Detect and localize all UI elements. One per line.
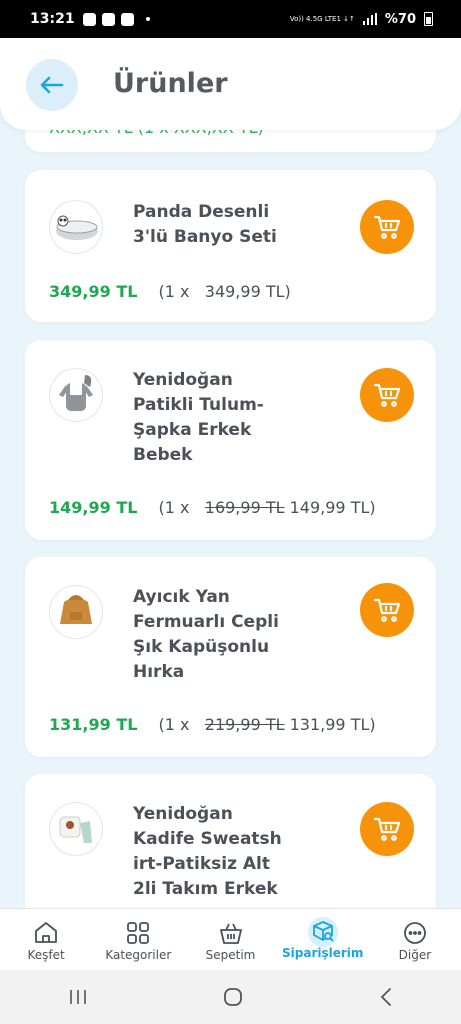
add-to-cart-button[interactable] bbox=[360, 802, 414, 856]
product-name[interactable]: Panda Desenli 3'lü Banyo Seti bbox=[133, 200, 303, 250]
signal-icon bbox=[362, 13, 377, 25]
nav-item-kategoriler[interactable]: Kategoriler bbox=[92, 909, 184, 971]
product-image[interactable] bbox=[49, 200, 103, 254]
product-image[interactable] bbox=[49, 368, 103, 422]
cart-icon bbox=[373, 817, 401, 841]
more-icon bbox=[404, 922, 426, 944]
add-to-cart-button[interactable] bbox=[360, 583, 414, 637]
product-name[interactable]: Yenidoğan Patikli Tulum-Şapka Erkek Bebe… bbox=[133, 368, 273, 468]
nav-label: Kategoriler bbox=[105, 948, 172, 962]
product-image[interactable] bbox=[49, 585, 103, 639]
nav-item-siparislerim[interactable]: Siparişlerim bbox=[277, 909, 369, 971]
nav-item-sepetim[interactable]: Sepetim bbox=[184, 909, 276, 971]
product-list[interactable]: XXX,XX TL (1 x XXX,XX TL) Panda Desenli … bbox=[0, 100, 461, 908]
cart-icon bbox=[373, 383, 401, 407]
product-quantity: (1 x bbox=[158, 498, 190, 517]
basket-icon bbox=[219, 923, 242, 944]
product-old-price: 169,99 TL bbox=[204, 498, 285, 517]
product-name[interactable]: Ayıcık Yan Fermuarlı Cepli Şık Kapüşonlu… bbox=[133, 585, 293, 685]
nav-label: Sepetim bbox=[205, 948, 256, 962]
product-unit-price: 149,99 TL) bbox=[289, 498, 376, 517]
status-time: 13:21 bbox=[30, 11, 75, 27]
chat-icon bbox=[82, 12, 96, 26]
price-row: 349,99 TL (1 x 349,99 TL) bbox=[49, 282, 291, 301]
page-title: Ürünler bbox=[113, 68, 228, 99]
product-card[interactable]: Yenidoğan Kadife Sweatsh irt-Patiksiz Al… bbox=[25, 774, 436, 908]
add-to-cart-button[interactable] bbox=[360, 200, 414, 254]
orders-box-icon bbox=[312, 920, 334, 942]
back-nav-icon[interactable] bbox=[379, 987, 393, 1007]
recent-apps-icon[interactable] bbox=[68, 988, 88, 1006]
cart-icon bbox=[373, 215, 401, 239]
nav-label: Keşfet bbox=[27, 948, 65, 962]
nav-label: Siparişlerim bbox=[282, 946, 364, 960]
arrow-left-icon bbox=[40, 76, 64, 94]
nav-label: Diğer bbox=[398, 948, 432, 962]
bottom-nav: Keşfet Kategoriler Sepetim Siparişlerim … bbox=[0, 908, 461, 971]
package-icon bbox=[120, 12, 134, 26]
product-price: 149,99 TL bbox=[49, 498, 138, 517]
product-quantity: (1 x bbox=[158, 282, 190, 301]
status-bar: 13:21 Vo)) 4.5G LTE1 ↓↑ %70 bbox=[0, 0, 461, 38]
grid-icon bbox=[127, 922, 150, 944]
active-indicator bbox=[307, 917, 338, 947]
mail-icon bbox=[101, 12, 115, 26]
product-unit-price: 131,99 TL) bbox=[289, 715, 376, 734]
nav-item-kesfet[interactable]: Keşfet bbox=[0, 909, 92, 971]
product-name[interactable]: Yenidoğan Kadife Sweatsh irt-Patiksiz Al… bbox=[133, 802, 293, 902]
price-row: 149,99 TL (1 x 169,99 TL 149,99 TL) bbox=[49, 498, 376, 517]
system-nav-bar bbox=[0, 970, 461, 1024]
product-image[interactable] bbox=[49, 802, 103, 856]
home-icon bbox=[35, 922, 57, 943]
home-button-icon[interactable] bbox=[223, 987, 243, 1007]
product-price: 349,99 TL bbox=[49, 282, 138, 301]
product-card[interactable]: Ayıcık Yan Fermuarlı Cepli Şık Kapüşonlu… bbox=[25, 557, 436, 757]
network-indicator: Vo)) 4.5G LTE1 ↓↑ bbox=[289, 15, 355, 23]
notification-icons bbox=[82, 12, 150, 26]
price-row: 131,99 TL (1 x 219,99 TL 131,99 TL) bbox=[49, 715, 376, 734]
battery-icon bbox=[424, 12, 433, 26]
app-header: Ürünler bbox=[0, 38, 461, 130]
product-card[interactable]: Yenidoğan Patikli Tulum-Şapka Erkek Bebe… bbox=[25, 340, 436, 540]
nav-item-diger[interactable]: Diğer bbox=[369, 909, 461, 971]
product-price: 131,99 TL bbox=[49, 715, 138, 734]
cart-icon bbox=[373, 598, 401, 622]
back-button[interactable] bbox=[26, 59, 78, 111]
product-card[interactable]: Panda Desenli 3'lü Banyo Seti 349,99 TL … bbox=[25, 170, 436, 322]
product-unit-price: 349,99 TL) bbox=[204, 282, 291, 301]
dot-icon bbox=[145, 17, 150, 21]
product-old-price: 219,99 TL bbox=[204, 715, 285, 734]
product-quantity: (1 x bbox=[158, 715, 190, 734]
battery-level: %70 bbox=[384, 11, 416, 27]
add-to-cart-button[interactable] bbox=[360, 368, 414, 422]
